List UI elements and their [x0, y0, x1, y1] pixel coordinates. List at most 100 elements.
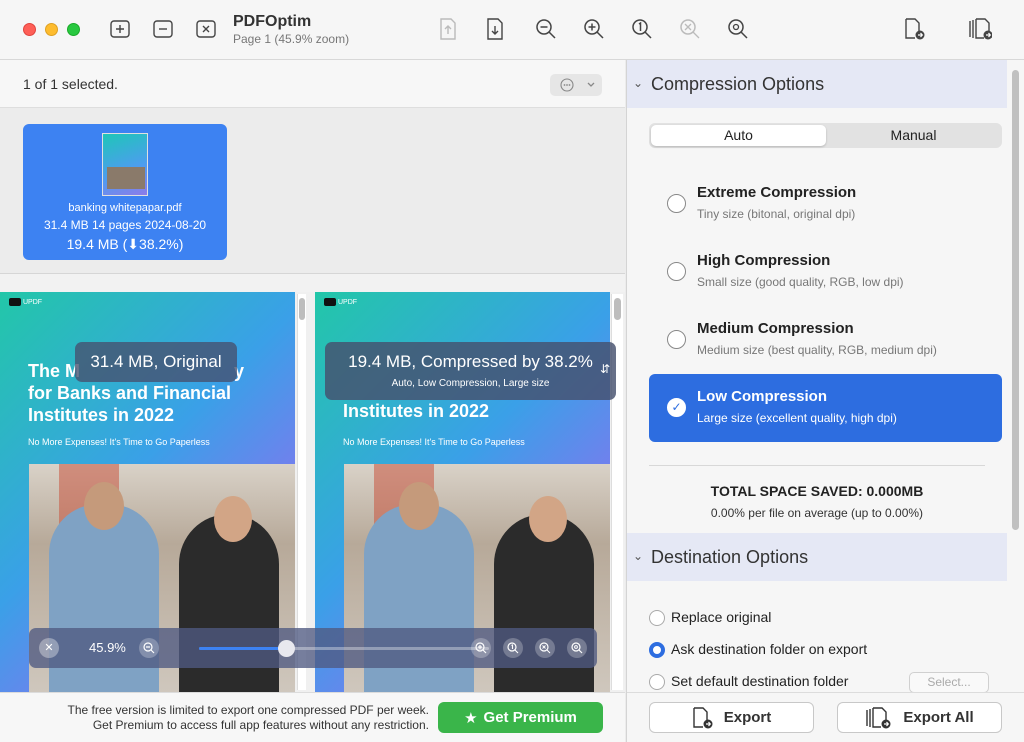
zoom-slider-fill [199, 647, 286, 650]
page-title-line3: Institutes in 2022 [343, 401, 490, 421]
tab-manual[interactable]: Manual [827, 125, 1000, 146]
zoom-in-button[interactable] [582, 17, 606, 41]
options-scrollbar[interactable] [1009, 62, 1021, 688]
clear-icon [196, 20, 216, 38]
file-meta: 31.4 MB 14 pages 2024-08-20 [43, 218, 207, 232]
file-card[interactable]: banking whitepapar.pdf 31.4 MB 14 pages … [23, 124, 227, 260]
remove-icon [153, 20, 173, 38]
actual-size-button[interactable] [630, 17, 654, 41]
compressed-size-detail: Auto, Low Compression, Large size [391, 378, 550, 389]
zoom-level: 45.9% [89, 640, 126, 655]
checkmark-icon[interactable]: ✓ [667, 398, 686, 417]
option-name: High Compression [697, 252, 831, 269]
radio-button[interactable] [649, 642, 665, 658]
clear-files-button[interactable] [194, 17, 218, 41]
selection-count: 1 of 1 selected. [23, 76, 118, 92]
radio-button[interactable] [649, 610, 665, 626]
actual-size-icon [632, 19, 652, 39]
zoom-bar-fit-button[interactable] [535, 638, 555, 658]
option-name: Medium Compression [697, 320, 854, 337]
radio-button[interactable] [667, 330, 686, 349]
option-name: Extreme Compression [697, 184, 857, 201]
option-name: Low Compression [697, 388, 828, 405]
option-extreme-compression[interactable]: Extreme Compression Tiny size (bitonal, … [649, 170, 1002, 238]
export-button[interactable]: Export [649, 702, 814, 733]
option-desc: Small size (good quality, RGB, low dpi) [697, 275, 904, 289]
zoom-slider[interactable] [199, 640, 489, 657]
dest-label: Ask destination folder on export [671, 641, 868, 657]
select-folder-button[interactable]: Select... [909, 672, 989, 693]
zoom-fit-button[interactable] [678, 17, 702, 41]
zoom-bar-width-button[interactable] [567, 638, 587, 658]
option-medium-compression[interactable]: Medium Compression Medium size (best qua… [649, 306, 1002, 374]
export-bar: Export Export All [627, 692, 1024, 742]
tab-auto[interactable]: Auto [651, 125, 826, 146]
actual-size-icon [507, 642, 519, 654]
export-all-doc-icon [866, 706, 891, 728]
app-title: PDFOptim [233, 13, 312, 30]
file-thumbnail [102, 133, 148, 196]
compressed-size-label[interactable]: 19.4 MB, Compressed by 38.2% Auto, Low C… [325, 342, 616, 400]
zoom-width-button[interactable] [726, 17, 750, 41]
get-premium-button[interactable]: ★ Get Premium [438, 702, 603, 733]
radio-button[interactable] [667, 262, 686, 281]
zoom-bar-in-button[interactable] [471, 638, 491, 658]
file-list: banking whitepapar.pdf 31.4 MB 14 pages … [0, 108, 625, 274]
file-name: banking whitepapar.pdf [68, 202, 182, 214]
dest-label: Replace original [671, 609, 772, 625]
file-result-size: 19.4 MB (⬇38.2%) [66, 236, 184, 252]
more-options-button[interactable] [550, 74, 602, 96]
chevron-down-icon: ⌄ [633, 76, 644, 90]
notice-line-2: Get Premium to access full app features … [92, 718, 429, 732]
zoom-width-icon [728, 19, 748, 39]
close-zoom-icon[interactable]: ✕ [39, 638, 59, 658]
export-all-toolbar-button[interactable] [968, 17, 992, 41]
export-doc-icon [905, 18, 925, 40]
option-desc: Tiny size (bitonal, original dpi) [697, 207, 856, 221]
zoom-out-button[interactable] [534, 17, 558, 41]
export-all-doc-icon [969, 18, 992, 40]
updf-logo: UPDF [324, 298, 357, 306]
upload-button[interactable] [436, 17, 460, 41]
minimize-window-button[interactable] [45, 23, 58, 36]
dest-ask-folder[interactable]: Ask destination folder on export [649, 640, 1009, 660]
notice-line-1: The free version is limited to export on… [67, 703, 430, 717]
add-file-button[interactable] [108, 17, 132, 41]
zoom-out-icon [143, 642, 155, 654]
zoom-window-button[interactable] [67, 23, 80, 36]
zoom-bar-out-button[interactable] [139, 638, 159, 658]
notice-bar: The free version is limited to export on… [0, 692, 625, 742]
updf-logo: UPDF [9, 298, 42, 306]
radio-button[interactable] [667, 194, 686, 213]
destination-options-header[interactable]: ⌄ Destination Options [627, 533, 1007, 581]
export-toolbar-button[interactable] [903, 17, 927, 41]
total-space-saved: TOTAL SPACE SAVED: 0.000MB [710, 483, 924, 499]
download-button[interactable] [483, 17, 507, 41]
zoom-bar-actual-button[interactable] [503, 638, 523, 658]
page-subtitle: No More Expenses! It's Time to Go Paperl… [28, 437, 210, 447]
average-savings: 0.00% per file on average (up to 0.00%) [710, 506, 924, 520]
option-desc: Medium size (best quality, RGB, medium d… [697, 343, 937, 357]
dest-replace-original[interactable]: Replace original [649, 608, 1009, 628]
free-version-notice: The free version is limited to export on… [0, 703, 430, 733]
selection-bar: 1 of 1 selected. [0, 60, 625, 108]
zoom-fit-icon [680, 19, 700, 39]
option-high-compression[interactable]: High Compression Small size (good qualit… [649, 238, 1002, 306]
page-title-line2: for Banks and Financial [28, 383, 232, 403]
zoom-slider-knob[interactable] [278, 640, 295, 657]
export-all-button[interactable]: Export All [837, 702, 1002, 733]
compression-options-header[interactable]: ⌄ Compression Options [627, 60, 1007, 108]
zoom-in-icon [475, 642, 487, 654]
export-doc-icon [693, 706, 713, 728]
option-low-compression[interactable]: ✓ Low Compression Large size (excellent … [649, 374, 1002, 442]
radio-button[interactable] [649, 674, 665, 690]
remove-file-button[interactable] [151, 17, 175, 41]
zoom-in-icon [584, 19, 604, 39]
zoom-fit-icon [539, 642, 551, 654]
add-icon [110, 20, 130, 38]
page-zoom-subtitle: Page 1 (45.9% zoom) [233, 32, 350, 46]
zoom-bar: ✕ 45.9% [29, 628, 597, 668]
zoom-width-icon [571, 642, 583, 654]
close-window-button[interactable] [23, 23, 36, 36]
original-size-label: 31.4 MB, Original [75, 342, 237, 382]
